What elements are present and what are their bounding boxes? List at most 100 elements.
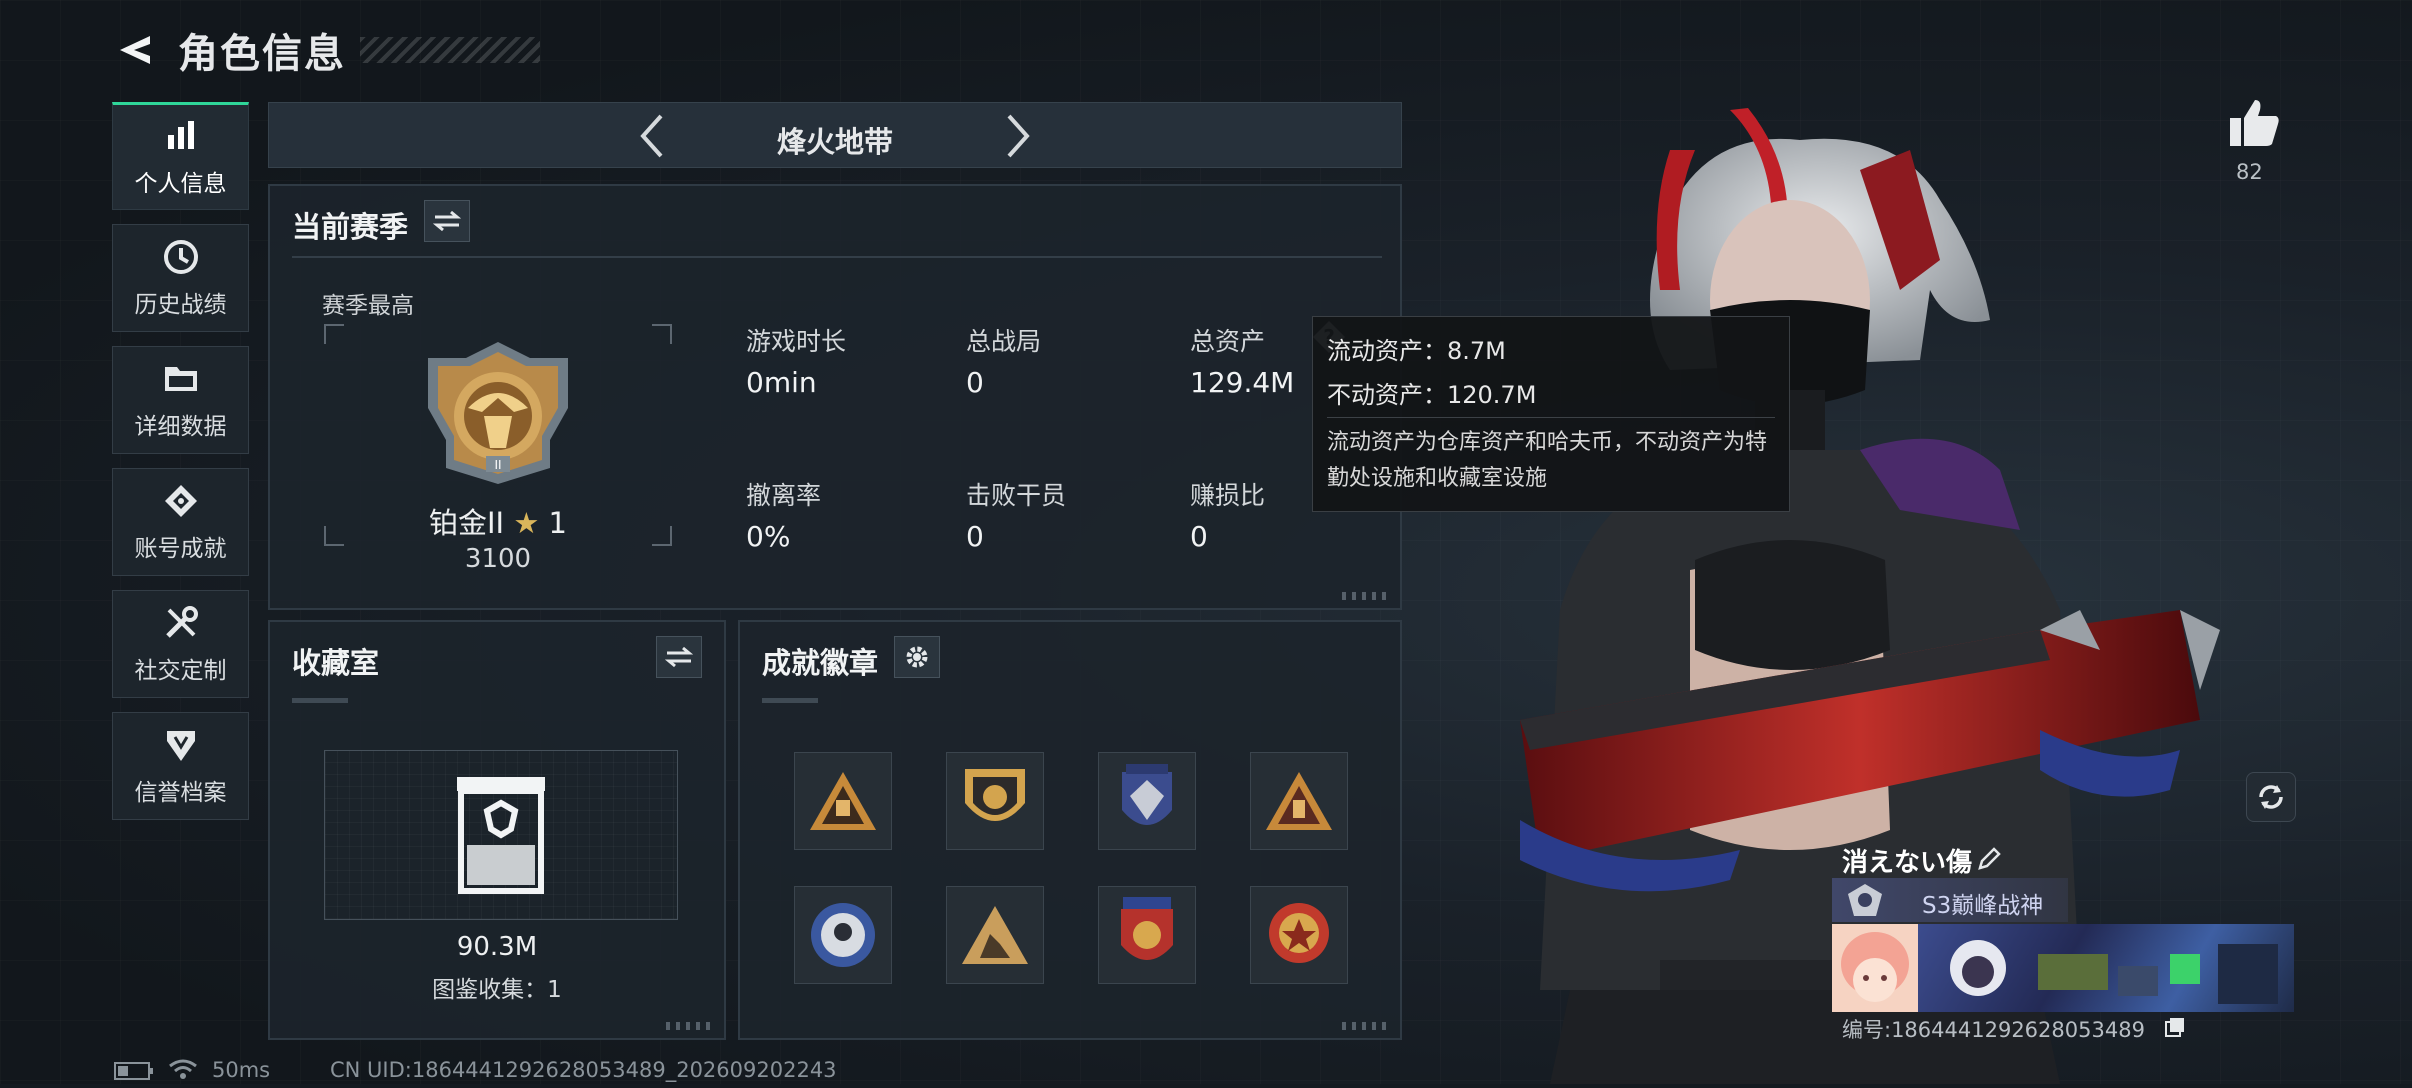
- star-icon: ★: [513, 506, 540, 540]
- sidebar-item-detailed-data[interactable]: 详细数据: [112, 346, 249, 454]
- badges-title: 成就徽章: [762, 646, 879, 680]
- collection-preview: [324, 750, 678, 920]
- title-decoration: [360, 37, 540, 63]
- back-arrow-icon[interactable]: [112, 28, 156, 72]
- collection-catalog: 图鉴收集：1: [432, 977, 562, 1003]
- sidebar-item-label: 历史战绩: [134, 292, 227, 318]
- mode-title: 烽火地带: [776, 125, 893, 159]
- stat-label-profit-ratio: 赚损比: [1190, 481, 1266, 510]
- title-emblem-icon: [1846, 882, 1884, 918]
- wifi-icon: [168, 1058, 198, 1080]
- season-panel: 当前赛季 赛季最高 II 铂金II ★ 1 3100 游戏时长 0min 总战局…: [268, 184, 1402, 610]
- sidebar-item-social-custom[interactable]: 社交定制: [112, 590, 249, 698]
- clock-icon: [161, 237, 201, 277]
- achievement-badge[interactable]: [1250, 886, 1348, 984]
- sidebar-item-account-achievements[interactable]: 账号成就: [112, 468, 249, 576]
- tooltip-fixed-assets: 不动资产：120.7M: [1327, 381, 1537, 409]
- edit-pencil-icon[interactable]: [1976, 846, 2002, 872]
- rank-emblem-icon: II: [428, 342, 568, 484]
- collection-panel[interactable]: 收藏室 90.3M 图鉴收集：1: [268, 620, 726, 1040]
- achievement-badge[interactable]: [794, 752, 892, 850]
- thumbs-up-icon[interactable]: [2228, 98, 2280, 148]
- crest-badge-icon: [1121, 897, 1173, 960]
- collection-title: 收藏室: [292, 646, 380, 680]
- header: 角色信息: [112, 20, 540, 80]
- stat-label-extraction-rate: 撤离率: [746, 481, 822, 510]
- achievement-badge[interactable]: [1098, 886, 1196, 984]
- stat-value-total-assets: 129.4M: [1190, 366, 1295, 399]
- sidebar-item-label: 信誉档案: [134, 780, 227, 806]
- corner-decoration: [1342, 592, 1390, 600]
- crest-badge-icon: [1122, 764, 1172, 825]
- sidebar-item-match-history[interactable]: 历史战绩: [112, 224, 249, 332]
- achievement-badge[interactable]: [946, 886, 1044, 984]
- round-badge-icon: [1269, 903, 1329, 963]
- collection-switch-button[interactable]: [656, 636, 702, 678]
- stat-label-playtime: 游戏时长: [746, 327, 847, 356]
- swap-icon: [433, 210, 461, 232]
- triangle-badge-icon: [1266, 772, 1332, 830]
- bar-chart-icon: [161, 116, 201, 156]
- tools-icon: [161, 603, 201, 643]
- folder-icon: [161, 359, 201, 399]
- assets-tooltip: 流动资产：8.7M 不动资产：120.7M 流动资产为仓库资产和哈夫币，不动资产…: [1312, 316, 1790, 512]
- achievement-badge[interactable]: [794, 886, 892, 984]
- sidebar-item-personal-info[interactable]: 个人信息: [112, 102, 249, 210]
- stat-label-kills: 击败干员: [966, 481, 1067, 510]
- rank-score: 3100: [464, 544, 532, 574]
- shield-icon: [161, 725, 201, 765]
- player-title: S3巅峰战神: [1922, 893, 2044, 919]
- sidebar-item-label: 个人信息: [134, 171, 227, 197]
- achievement-badge[interactable]: [1250, 752, 1348, 850]
- tooltip-liquid-assets: 流动资产：8.7M: [1327, 337, 1506, 365]
- gear-icon: [906, 646, 928, 668]
- badges-settings-button[interactable]: [894, 636, 940, 678]
- triangle-badge-icon: [962, 906, 1028, 964]
- achievement-badge[interactable]: [1098, 752, 1196, 850]
- achievement-badge[interactable]: [946, 752, 1044, 850]
- page-title: 角色信息: [178, 31, 346, 77]
- swap-icon: [665, 646, 693, 668]
- season-title: 当前赛季: [292, 210, 409, 244]
- stat-value-extraction-rate: 0%: [746, 520, 791, 553]
- stat-value-playtime: 0min: [746, 366, 817, 399]
- battery-icon: [114, 1062, 154, 1080]
- tooltip-description: 流动资产为仓库资产和哈夫币，不动资产为特勤处设施和收藏室设施: [1327, 430, 1768, 491]
- stat-label-total-assets: 总资产: [1190, 327, 1266, 356]
- badges-divider: [762, 698, 818, 703]
- ping-text: 50ms: [212, 1058, 271, 1082]
- avatar[interactable]: [1832, 924, 1918, 1012]
- season-divider: [292, 256, 1382, 258]
- collection-room-icon: [457, 777, 545, 894]
- corner-decoration: [1342, 1022, 1390, 1030]
- round-badge-icon: [811, 903, 875, 967]
- player-id: 编号:1864441292628053489: [1842, 1018, 2145, 1042]
- next-mode-arrow-icon[interactable]: [995, 111, 1041, 161]
- stat-label-total-matches: 总战局: [966, 327, 1042, 356]
- sidebar-item-label: 详细数据: [134, 414, 227, 440]
- corner-decoration: [666, 1022, 714, 1030]
- collection-divider: [292, 698, 348, 703]
- sidebar-item-reputation[interactable]: 信誉档案: [112, 712, 249, 820]
- stat-value-kills: 0: [966, 520, 984, 553]
- rank-stars: 1: [548, 506, 567, 540]
- shield-badge-icon: [965, 769, 1025, 821]
- copy-icon[interactable]: [2164, 1016, 2186, 1038]
- season-highest-label: 赛季最高: [322, 293, 414, 319]
- rotate-button[interactable]: [2246, 772, 2296, 822]
- rank-name: 铂金II: [429, 506, 505, 540]
- player-card[interactable]: 消えない傷 S3巅峰战神 编号:1864441292628053489: [1832, 842, 2294, 1042]
- sidebar-item-label: 社交定制: [134, 658, 227, 684]
- uid-text: CN UID:1864441292628053489_202609202243: [330, 1058, 837, 1082]
- triangle-badge-icon: [810, 772, 876, 830]
- stat-value-profit-ratio: 0: [1190, 520, 1208, 553]
- achievement-icon: [161, 481, 201, 521]
- like-count: 82: [2236, 160, 2263, 184]
- sidebar-item-label: 账号成就: [134, 536, 227, 562]
- sidebar: 个人信息 历史战绩 详细数据 账号成就 社交定制 信誉档案: [112, 102, 249, 834]
- player-name: 消えない傷: [1842, 848, 1973, 878]
- mode-selector: 烽火地带: [268, 102, 1402, 168]
- season-switch-button[interactable]: [424, 200, 470, 242]
- svg-text:II: II: [494, 458, 501, 472]
- refresh-icon: [2259, 785, 2283, 809]
